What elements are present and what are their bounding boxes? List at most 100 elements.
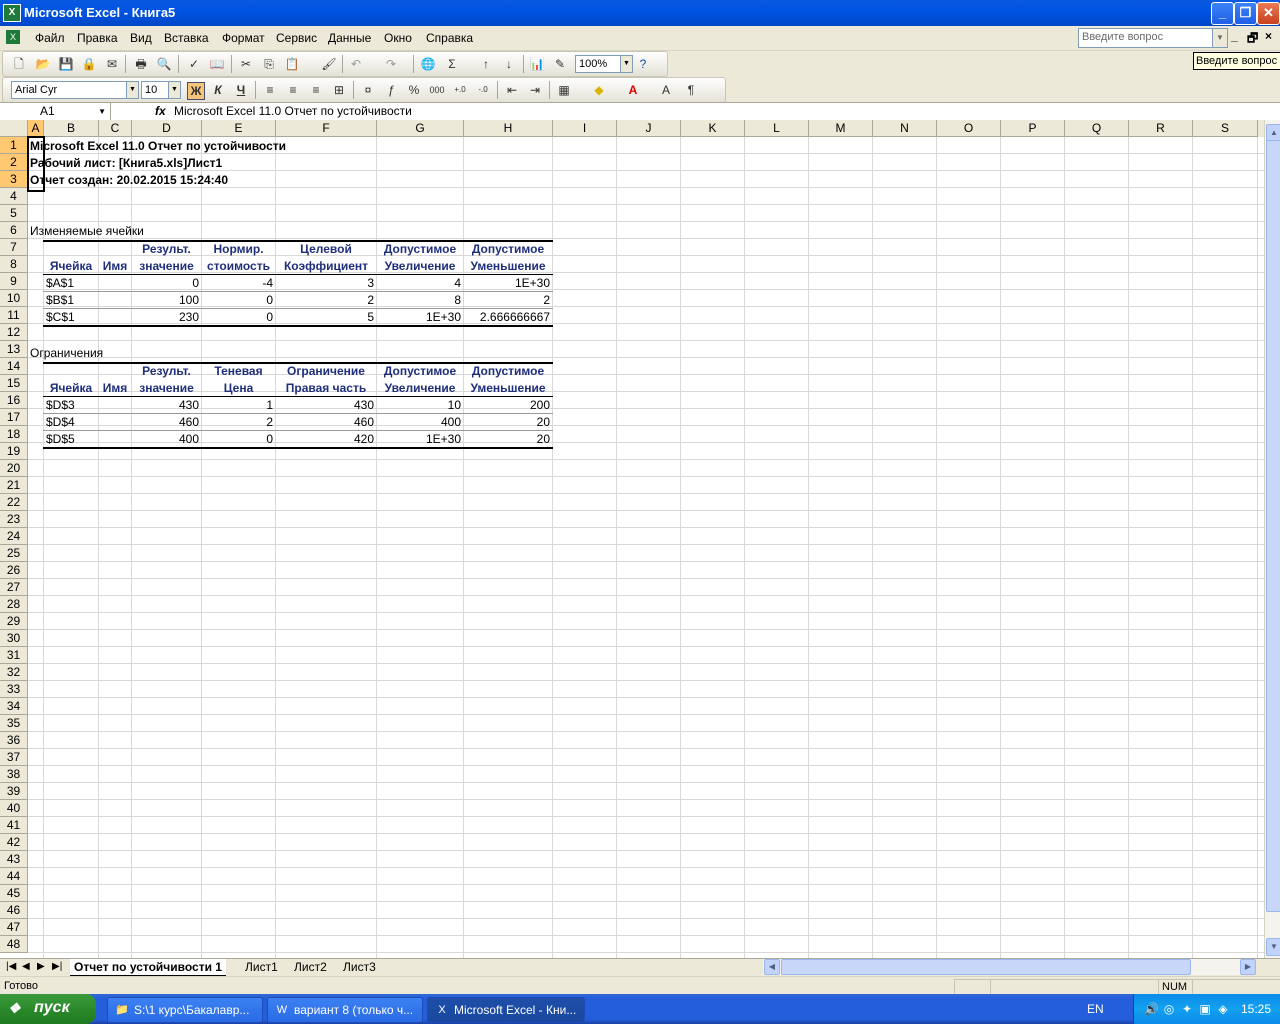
display-icon[interactable]: ▣: [1198, 1002, 1212, 1016]
row-header[interactable]: 16: [0, 392, 28, 409]
help-icon[interactable]: ?: [635, 56, 651, 72]
prev-sheet-icon[interactable]: ◀: [22, 961, 30, 972]
column-header[interactable]: L: [745, 120, 809, 137]
permission-icon[interactable]: 🔒: [81, 56, 97, 72]
format-painter-icon[interactable]: 🖌: [321, 56, 337, 72]
undo-icon[interactable]: ↶: [348, 56, 364, 72]
tab-sheet3[interactable]: Лист3: [339, 959, 380, 975]
column-header[interactable]: C: [99, 120, 132, 137]
row-header[interactable]: 7: [0, 239, 28, 256]
row-header[interactable]: 33: [0, 681, 28, 698]
row-header[interactable]: 6: [0, 222, 28, 239]
row-header[interactable]: 47: [0, 919, 28, 936]
column-header[interactable]: E: [202, 120, 276, 137]
align-right-icon[interactable]: ≡: [308, 82, 324, 98]
language-indicator[interactable]: EN: [1087, 1002, 1104, 1016]
fill-color-icon[interactable]: ◆: [591, 82, 607, 98]
align-center-icon[interactable]: ≡: [285, 82, 301, 98]
tab-sheet2[interactable]: Лист2: [290, 959, 331, 975]
row-header[interactable]: 19: [0, 443, 28, 460]
row-header[interactable]: 38: [0, 766, 28, 783]
underline-button[interactable]: Ч: [233, 82, 249, 98]
last-sheet-icon[interactable]: ▶|: [52, 961, 62, 972]
menu-data[interactable]: Данные: [328, 31, 371, 45]
insert-function-icon[interactable]: fx: [155, 104, 166, 118]
row-header[interactable]: 27: [0, 579, 28, 596]
menu-window[interactable]: Окно: [384, 31, 412, 45]
task-word[interactable]: W вариант 8 (только ч...: [267, 997, 423, 1023]
chevron-down-icon[interactable]: ▼: [126, 82, 138, 98]
menu-insert[interactable]: Вставка: [164, 31, 209, 45]
chevron-down-icon[interactable]: ▼: [1212, 29, 1227, 47]
decrease-decimal-icon[interactable]: -.0: [475, 82, 491, 98]
row-header[interactable]: 46: [0, 902, 28, 919]
font-color-icon[interactable]: A: [625, 82, 641, 98]
help-search-input[interactable]: Введите вопрос ▼: [1078, 28, 1228, 48]
font-size-select[interactable]: 10 ▼: [141, 81, 181, 99]
row-header[interactable]: 32: [0, 664, 28, 681]
row-header[interactable]: 25: [0, 545, 28, 562]
merge-center-icon[interactable]: ⊞: [331, 82, 347, 98]
redo-icon[interactable]: ↷: [383, 56, 399, 72]
workbook-icon[interactable]: X: [6, 30, 20, 44]
chevron-down-icon[interactable]: ▼: [98, 107, 106, 116]
decrease-indent-icon[interactable]: ⇤: [504, 82, 520, 98]
select-all-corner[interactable]: [0, 120, 28, 137]
print-preview-icon[interactable]: 🔍: [156, 56, 172, 72]
row-header[interactable]: 21: [0, 477, 28, 494]
bold-button[interactable]: Ж: [187, 82, 205, 100]
row-header[interactable]: 18: [0, 426, 28, 443]
paragraph-direction-icon[interactable]: ¶: [683, 82, 699, 98]
menu-edit[interactable]: Правка: [77, 31, 118, 45]
column-header[interactable]: I: [553, 120, 617, 137]
percent-icon[interactable]: %: [406, 82, 422, 98]
menu-format[interactable]: Формат: [222, 31, 265, 45]
tab-sheet1[interactable]: Лист1: [241, 959, 282, 975]
currency-icon[interactable]: ¤: [360, 82, 376, 98]
zoom-select[interactable]: 100% ▼: [575, 55, 633, 73]
menu-tools[interactable]: Сервис: [276, 31, 317, 45]
autosum-icon[interactable]: Σ: [444, 56, 460, 72]
scroll-right-icon[interactable]: ▶: [1240, 959, 1256, 975]
email-icon[interactable]: ✉: [104, 56, 120, 72]
italic-button[interactable]: К: [210, 82, 226, 98]
cut-icon[interactable]: ✂: [238, 56, 254, 72]
scroll-left-icon[interactable]: ◀: [764, 959, 780, 975]
borders-icon[interactable]: ▦: [556, 82, 572, 98]
column-header[interactable]: D: [132, 120, 202, 137]
row-header[interactable]: 8: [0, 256, 28, 273]
formula-input[interactable]: Microsoft Excel 11.0 Отчет по устойчивос…: [174, 104, 412, 118]
row-header[interactable]: 36: [0, 732, 28, 749]
row-header[interactable]: 3: [0, 171, 28, 188]
sort-descending-icon[interactable]: ↓: [501, 56, 517, 72]
hyperlink-icon[interactable]: 🌐: [420, 56, 436, 72]
row-header[interactable]: 5: [0, 205, 28, 222]
align-left-icon[interactable]: ≡: [262, 82, 278, 98]
row-header[interactable]: 2: [0, 154, 28, 171]
column-header[interactable]: Q: [1065, 120, 1129, 137]
column-header[interactable]: A: [28, 120, 44, 137]
row-header[interactable]: 48: [0, 936, 28, 953]
column-header[interactable]: H: [464, 120, 553, 137]
row-header[interactable]: 28: [0, 596, 28, 613]
column-header[interactable]: N: [873, 120, 937, 137]
increase-indent-icon[interactable]: ⇥: [527, 82, 543, 98]
row-header[interactable]: 22: [0, 494, 28, 511]
row-header[interactable]: 4: [0, 188, 28, 205]
horizontal-scrollbar[interactable]: ◀ ▶: [763, 959, 1256, 975]
row-header[interactable]: 44: [0, 868, 28, 885]
research-icon[interactable]: 📖: [209, 56, 225, 72]
row-header[interactable]: 31: [0, 647, 28, 664]
scroll-down-icon[interactable]: ▼: [1266, 938, 1280, 956]
workbook-restore-button[interactable]: 🗗: [1247, 29, 1258, 50]
minimize-button[interactable]: _: [1211, 2, 1234, 25]
antivirus-icon[interactable]: ✦: [1180, 1002, 1194, 1016]
drawing-icon[interactable]: ✎: [552, 56, 568, 72]
column-header[interactable]: F: [276, 120, 377, 137]
column-header[interactable]: K: [681, 120, 745, 137]
row-header[interactable]: 24: [0, 528, 28, 545]
row-header[interactable]: 26: [0, 562, 28, 579]
menu-file[interactable]: Файл: [35, 31, 65, 45]
spelling-icon[interactable]: ✓: [186, 56, 202, 72]
sort-ascending-icon[interactable]: ↑: [478, 56, 494, 72]
